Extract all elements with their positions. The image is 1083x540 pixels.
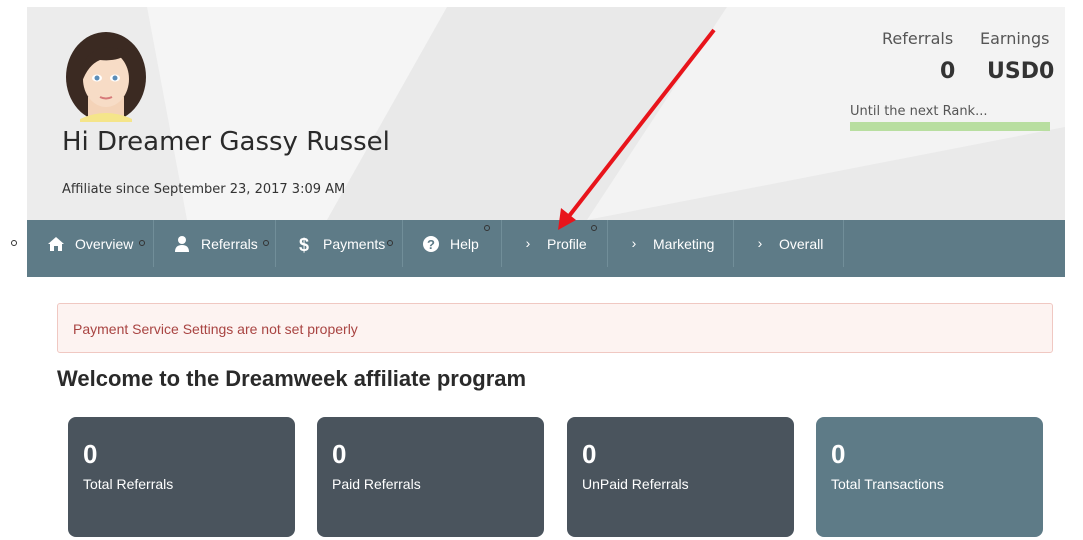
nav-item-overview[interactable]: Overview [27, 220, 154, 267]
rank-progress-fill [850, 122, 1050, 131]
welcome-heading: Welcome to the Dreamweek affiliate progr… [57, 366, 527, 391]
chevron-right-icon: › [757, 234, 763, 251]
stat-card-unpaid-referrals[interactable]: 0 UnPaid Referrals [567, 417, 794, 537]
avatar[interactable] [60, 27, 152, 122]
bullet-marker [263, 240, 269, 246]
stat-card-label: Total Referrals [83, 476, 174, 492]
stat-card-paid-referrals[interactable]: 0 Paid Referrals [317, 417, 544, 537]
nav-item-payments[interactable]: $ Payments [275, 220, 403, 267]
nav-item-label: Profile [547, 235, 587, 252]
earnings-value: USD0 [987, 59, 1055, 84]
nav-item-label: Help [450, 235, 479, 252]
stat-card-value: 0 [831, 439, 846, 469]
bullet-marker [139, 240, 145, 246]
stat-card-total-transactions[interactable]: 0 Total Transactions [816, 417, 1043, 537]
greeting-title: Hi Dreamer Gassy Russel [62, 127, 390, 157]
nav-item-help[interactable]: ? Help [402, 220, 502, 267]
nav-item-overall[interactable]: › Overall [733, 220, 844, 267]
user-icon [175, 235, 189, 252]
profile-header: Hi Dreamer Gassy Russel Affiliate since … [27, 7, 1065, 220]
stat-card-value: 0 [582, 439, 597, 469]
nav-item-label: Marketing [653, 235, 715, 252]
stat-card-label: UnPaid Referrals [582, 476, 689, 492]
rank-progress-label: Until the next Rank... [850, 104, 988, 119]
stat-card-total-referrals[interactable]: 0 Total Referrals [68, 417, 295, 537]
nav-item-referrals[interactable]: Referrals [153, 220, 276, 267]
nav-item-profile[interactable]: › Profile [501, 220, 608, 267]
nav-item-marketing[interactable]: › Marketing [607, 220, 734, 267]
main-navigation: Overview Referrals $ Payments ? Help › P… [27, 220, 1065, 277]
chevron-right-icon: › [631, 234, 637, 251]
svg-text:?: ? [427, 237, 435, 252]
nav-item-label: Overview [75, 235, 134, 252]
affiliate-since-text: Affiliate since September 23, 2017 3:09 … [62, 182, 346, 197]
referrals-value: 0 [940, 59, 956, 84]
earnings-label: Earnings [980, 29, 1050, 48]
chevron-right-icon: › [525, 234, 531, 251]
payment-settings-alert: Payment Service Settings are not set pro… [57, 303, 1053, 353]
nav-item-label: Overall [779, 235, 824, 252]
svg-text:$: $ [299, 235, 309, 253]
help-circle-icon: ? [423, 235, 439, 252]
alert-message: Payment Service Settings are not set pro… [73, 321, 358, 337]
bullet-marker [484, 225, 490, 231]
nav-item-label: Payments [323, 235, 386, 252]
bullet-marker [11, 240, 17, 246]
bullet-marker [591, 225, 597, 231]
nav-item-label: Referrals [201, 235, 258, 252]
home-icon [48, 236, 64, 251]
stat-card-label: Total Transactions [831, 476, 944, 492]
stat-card-value: 0 [83, 439, 98, 469]
bullet-marker [387, 240, 393, 246]
dollar-icon: $ [299, 235, 309, 253]
referrals-label: Referrals [882, 29, 954, 48]
stat-card-value: 0 [332, 439, 347, 469]
stat-card-label: Paid Referrals [332, 476, 421, 492]
rank-progress-bar [850, 122, 1050, 131]
